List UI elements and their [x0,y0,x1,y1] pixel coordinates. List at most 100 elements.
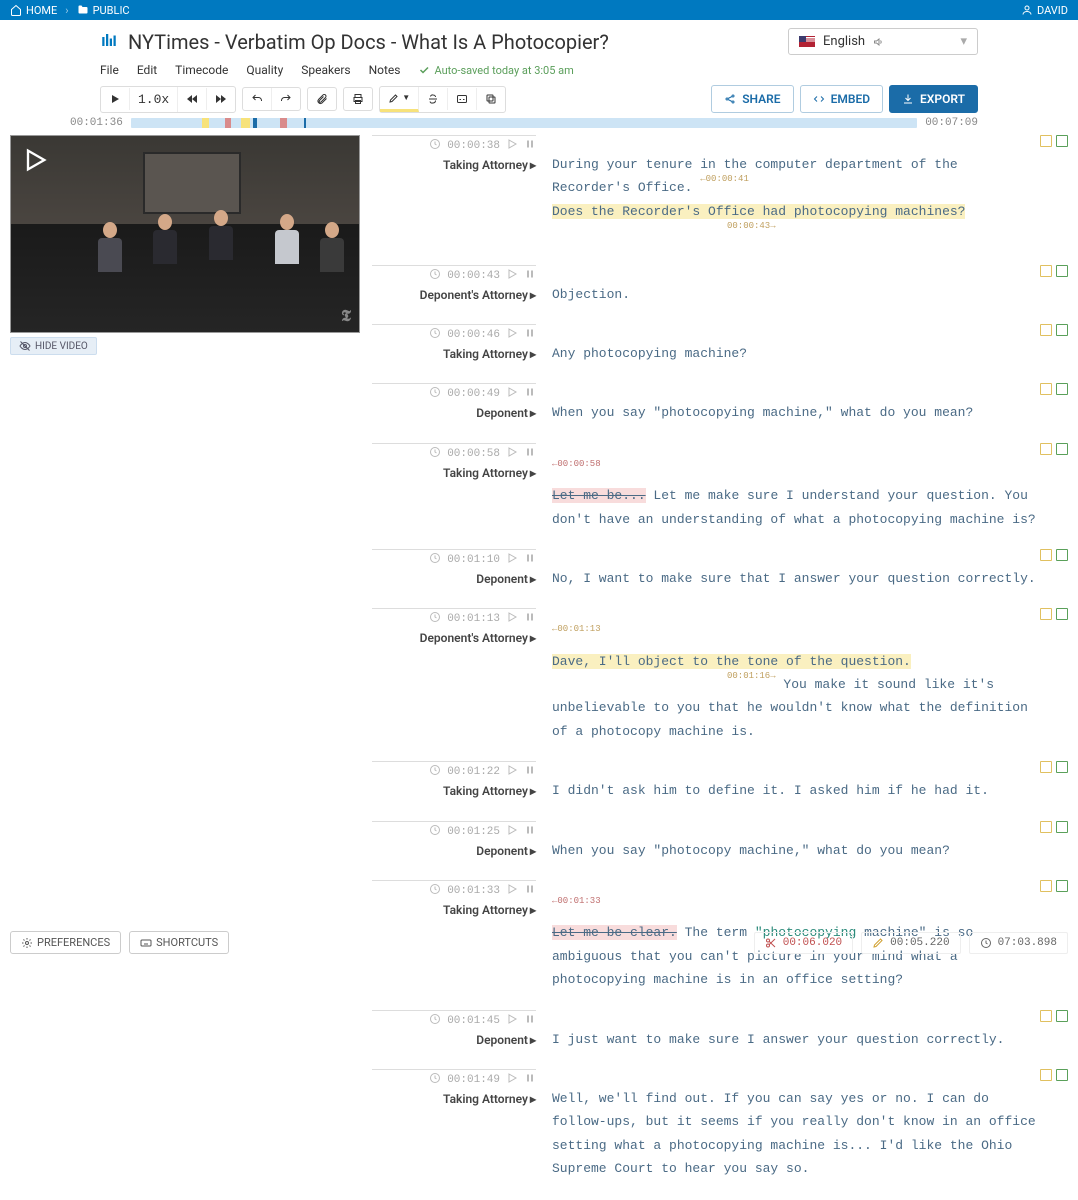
menu-notes[interactable]: Notes [369,63,401,77]
pause-segment-button[interactable] [524,764,536,780]
segment-text[interactable]: I just want to make sure I answer your q… [552,1010,1038,1051]
segment-timecode[interactable]: 00:00:58 [447,448,500,460]
play-segment-button[interactable] [506,268,518,284]
approve-toggle[interactable] [1056,383,1068,395]
approve-toggle[interactable] [1056,761,1068,773]
copy-button[interactable] [477,88,505,110]
approve-toggle[interactable] [1056,443,1068,455]
highlight-toggle[interactable] [1040,265,1052,277]
menu-edit[interactable]: Edit [137,63,157,77]
segment-text[interactable]: I didn't ask him to define it. I asked h… [552,761,1038,802]
text-span[interactable]: I didn't ask him to define it. I asked h… [552,783,989,798]
preferences-button[interactable]: PREFERENCES [10,931,121,954]
speaker-select[interactable]: Deponent ▸ [476,572,536,586]
segment-text[interactable]: ←00:00:58Let me be... Let me make sure I… [552,443,1038,531]
segment-timecode[interactable]: 00:00:49 [447,388,500,400]
speaker-select[interactable]: Taking Attorney ▸ [443,466,536,480]
rewind-button[interactable] [178,88,207,110]
speaker-select[interactable]: Deponent ▸ [476,406,536,420]
play-segment-button[interactable] [506,446,518,462]
pause-segment-button[interactable] [524,268,536,284]
highlight-button[interactable]: ▼ [380,87,419,112]
nav-home[interactable]: HOME [10,4,57,17]
speed-button[interactable]: 1.0x [130,87,178,112]
highlight-toggle[interactable] [1040,135,1052,147]
speaker-select[interactable]: Taking Attorney ▸ [443,1092,536,1106]
play-segment-button[interactable] [506,1013,518,1029]
play-segment-button[interactable] [506,883,518,899]
attach-button[interactable] [308,88,336,110]
text-span[interactable]: Dave, I'll object to the tone of the que… [552,654,911,669]
text-span[interactable]: When you say "photocopying machine," wha… [552,405,973,420]
play-segment-button[interactable] [506,552,518,568]
text-span[interactable]: I just want to make sure I answer your q… [552,1032,1004,1047]
video-player[interactable]: 𝕿 [10,135,360,333]
speaker-select[interactable]: Deponent's Attorney ▸ [420,631,536,645]
segment-timecode[interactable]: 00:01:25 [447,826,500,838]
nav-public[interactable]: PUBLIC [77,4,130,17]
pause-segment-button[interactable] [524,1072,536,1088]
approve-toggle[interactable] [1056,1010,1068,1022]
text-span[interactable]: Let me be... [552,488,646,503]
approve-toggle[interactable] [1056,1069,1068,1081]
segment-text[interactable]: Objection. [552,265,1038,306]
play-segment-button[interactable] [506,386,518,402]
text-span[interactable]: During your tenure in the computer depar… [552,157,958,195]
segment-text[interactable]: When you say "photocopying machine," wha… [552,383,1038,424]
pause-segment-button[interactable] [524,138,536,154]
hide-video-button[interactable]: HIDE VIDEO [10,337,97,355]
embed-button[interactable]: EMBED [800,85,883,113]
segment-timecode[interactable]: 00:01:22 [447,766,500,778]
highlight-toggle[interactable] [1040,383,1052,395]
highlight-toggle[interactable] [1040,608,1052,620]
redo-button[interactable] [272,88,300,110]
text-span[interactable] [692,180,700,195]
segment-timecode[interactable]: 00:01:10 [447,554,500,566]
menu-file[interactable]: File [100,63,119,77]
share-button[interactable]: SHARE [711,85,793,113]
export-button[interactable]: EXPORT [889,85,978,113]
undo-button[interactable] [243,88,272,110]
play-segment-button[interactable] [506,1072,518,1088]
pause-segment-button[interactable] [524,552,536,568]
segment-timecode[interactable]: 00:01:49 [447,1074,500,1086]
approve-toggle[interactable] [1056,265,1068,277]
approve-toggle[interactable] [1056,135,1068,147]
text-span[interactable]: Objection. [552,287,630,302]
speaker-select[interactable]: Taking Attorney ▸ [443,903,536,917]
forward-button[interactable] [207,88,235,110]
menu-speakers[interactable]: Speakers [301,63,350,77]
language-select[interactable]: English ▾ [788,28,978,55]
highlight-toggle[interactable] [1040,1010,1052,1022]
pause-segment-button[interactable] [524,327,536,343]
speaker-select[interactable]: Deponent ▸ [476,1033,536,1047]
highlight-toggle[interactable] [1040,324,1052,336]
text-span[interactable]: Does the Recorder's Office had photocopy… [552,204,965,219]
pause-segment-button[interactable] [524,883,536,899]
segment-timecode[interactable]: 00:01:45 [447,1015,500,1027]
video-play-overlay-icon[interactable] [21,146,49,177]
pause-segment-button[interactable] [524,446,536,462]
speaker-select[interactable]: Taking Attorney ▸ [443,158,536,172]
segment-timecode[interactable]: 00:01:33 [447,885,500,897]
segment-text[interactable]: No, I want to make sure that I answer yo… [552,549,1038,590]
play-segment-button[interactable] [506,327,518,343]
play-segment-button[interactable] [506,138,518,154]
segment-text[interactable]: ←00:01:13Dave, I'll object to the tone o… [552,608,1038,743]
highlight-toggle[interactable] [1040,549,1052,561]
text-span[interactable]: Well, we'll find out. If you can say yes… [552,1091,1036,1176]
play-segment-button[interactable] [506,824,518,840]
play-segment-button[interactable] [506,764,518,780]
approve-toggle[interactable] [1056,880,1068,892]
pause-segment-button[interactable] [524,1013,536,1029]
segment-text[interactable]: Well, we'll find out. If you can say yes… [552,1069,1038,1181]
menu-timecode[interactable]: Timecode [175,63,228,77]
approve-toggle[interactable] [1056,821,1068,833]
speaker-select[interactable]: Deponent's Attorney ▸ [420,288,536,302]
menu-quality[interactable]: Quality [246,63,283,77]
pause-segment-button[interactable] [524,824,536,840]
nav-user[interactable]: DAVID [1021,4,1068,17]
pause-segment-button[interactable] [524,611,536,627]
play-segment-button[interactable] [506,611,518,627]
segment-timecode[interactable]: 00:01:13 [447,613,500,625]
